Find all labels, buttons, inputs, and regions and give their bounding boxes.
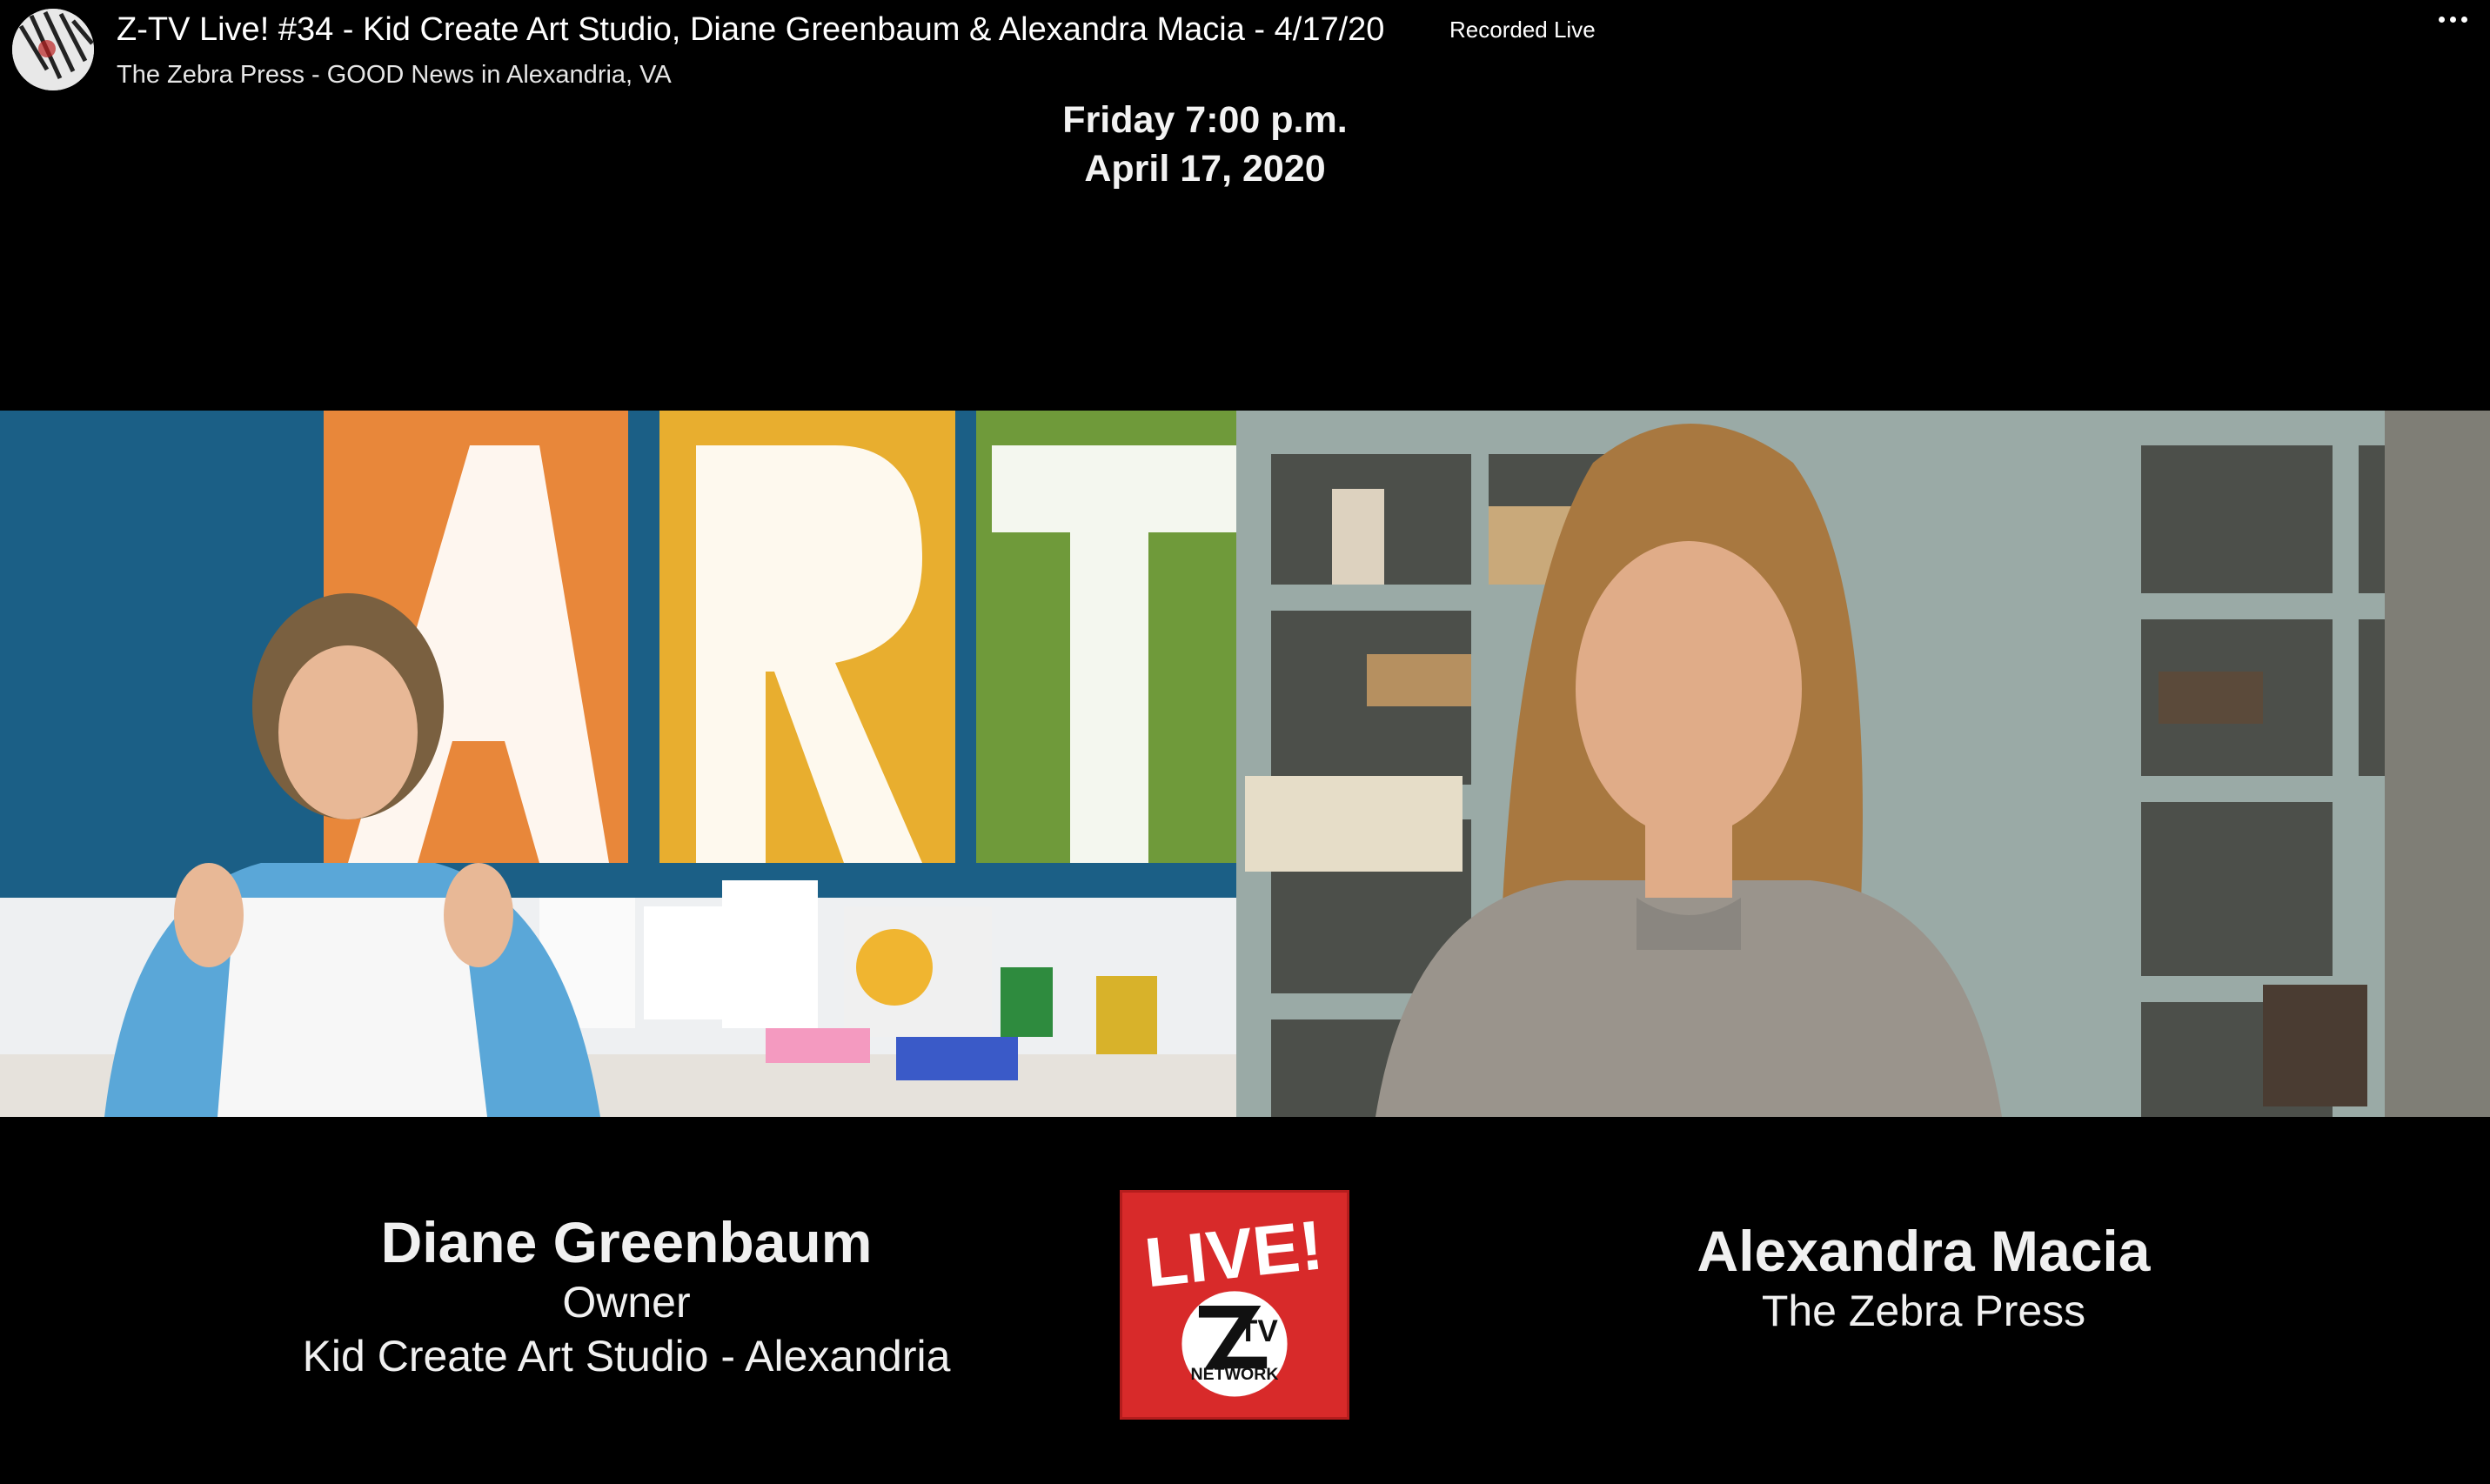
live-logo-text: LIVE!: [1141, 1205, 1327, 1301]
ztv-live-logo: LIVE! TV NETWORK: [1120, 1190, 1349, 1420]
stream-title[interactable]: Z-TV Live! #34 - Kid Create Art Studio, …: [117, 9, 1384, 50]
live-logo-brand: TV: [1239, 1314, 1278, 1348]
page-name-link[interactable]: The Zebra Press - GOOD News in Alexandri…: [117, 59, 672, 90]
live-logo-network: NETWORK: [1191, 1365, 1279, 1384]
left-guest-org: Kid Create Art Studio - Alexandria: [302, 1332, 951, 1380]
left-video-feed: [0, 411, 1236, 1117]
recorded-live-badge: Recorded Live: [1449, 17, 1596, 43]
broadcast-date: April 17, 2020: [1084, 148, 1326, 190]
right-guest-name: Alexandra Macia: [1697, 1219, 2151, 1283]
zebra-avatar-icon: [12, 9, 94, 90]
right-video-feed: [1236, 411, 2490, 1117]
left-guest-role: Owner: [562, 1278, 691, 1327]
more-options-icon[interactable]: [2427, 2, 2478, 37]
left-guest-caption: Diane Greenbaum Owner Kid Create Art Stu…: [226, 1209, 1027, 1383]
left-guest-name: Diane Greenbaum: [380, 1210, 873, 1274]
broadcast-day-time: Friday 7:00 p.m.: [1062, 99, 1348, 141]
page-avatar[interactable]: [12, 9, 94, 90]
right-guest-caption: Alexandra Macia The Zebra Press: [1597, 1218, 2250, 1338]
right-guest-org: The Zebra Press: [1761, 1287, 2086, 1335]
